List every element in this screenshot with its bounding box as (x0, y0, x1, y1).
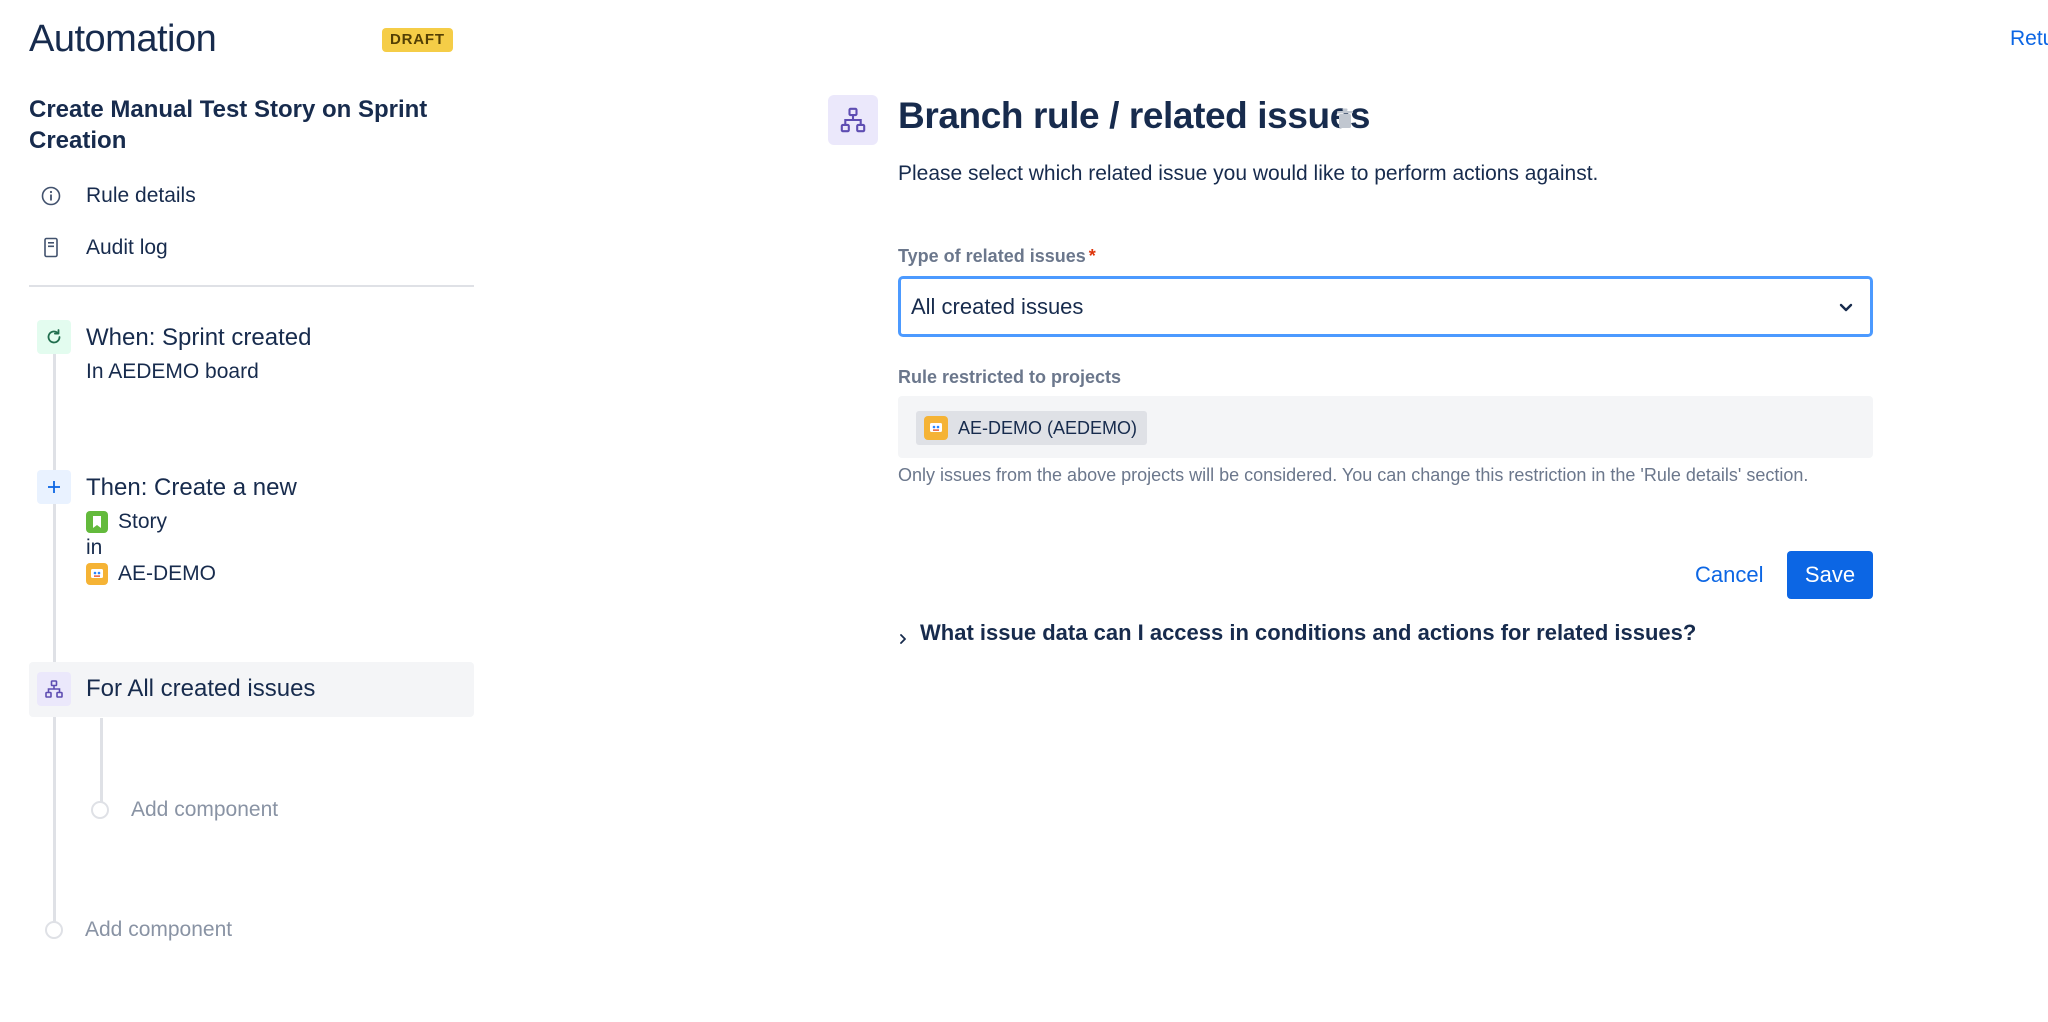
faq-expander[interactable]: What issue data can I access in conditio… (896, 620, 1696, 646)
draft-badge: DRAFT (382, 28, 453, 52)
trigger-subtitle: In AEDEMO board (86, 360, 259, 383)
branch-sub-line (100, 718, 103, 803)
related-issues-select-value: All created issues (911, 293, 1084, 319)
project-avatar-icon (924, 416, 948, 440)
faq-label: What issue data can I access in conditio… (920, 620, 1697, 645)
project-avatar-icon (86, 563, 108, 585)
add-component-inner-label: Add component (131, 798, 279, 821)
rule-details-link[interactable]: Rule details (40, 181, 196, 211)
type-field-label-text: Type of related issues (898, 246, 1086, 266)
action-issue-type: Story (86, 510, 167, 534)
related-issues-select[interactable]: All created issues (898, 276, 1873, 337)
audit-log-icon (40, 237, 62, 259)
add-component-outer[interactable]: Add component (45, 918, 232, 942)
action-project-label: AE-DEMO (118, 562, 217, 585)
project-tag-label: AE-DEMO (AEDEMO) (958, 417, 1138, 438)
rule-name: Create Manual Test Story on Sprint Creat… (29, 96, 428, 154)
type-field-label: Type of related issues * (898, 246, 1096, 267)
sidebar-divider (29, 285, 474, 287)
rule-details-label: Rule details (86, 184, 196, 207)
action-connector: in (86, 536, 103, 559)
return-link[interactable]: Retu (2010, 27, 2048, 51)
refresh-icon (37, 320, 71, 354)
add-component-dot-icon (91, 801, 109, 819)
info-icon (40, 185, 62, 207)
trigger-title: When: Sprint created (86, 324, 312, 351)
action-component[interactable]: Then: Create a new Story in AE-DEMO (29, 470, 474, 595)
save-button[interactable]: Save (1787, 551, 1873, 599)
branch-header-icon (828, 95, 878, 145)
trash-icon[interactable] (1335, 107, 1357, 133)
required-mark: * (1088, 246, 1096, 266)
plus-icon (37, 470, 71, 504)
audit-log-label: Audit log (86, 236, 168, 259)
add-component-outer-label: Add component (85, 918, 233, 941)
action-project: AE-DEMO (86, 562, 216, 586)
chevron-down-icon (1836, 297, 1856, 317)
timeline-line (53, 340, 56, 925)
action-issue-type-label: Story (118, 510, 168, 533)
story-icon (86, 511, 108, 533)
branch-title: For All created issues (86, 675, 316, 702)
branch-icon (37, 672, 71, 706)
cancel-button[interactable]: Cancel (1683, 551, 1775, 599)
panel-description: Please select which related issue you wo… (898, 162, 1599, 185)
branch-component[interactable]: For All created issues (29, 662, 474, 717)
add-component-inner[interactable]: Add component (91, 798, 278, 822)
app-title: Automation (29, 18, 217, 60)
action-title: Then: Create a new (86, 474, 297, 501)
audit-log-link[interactable]: Audit log (40, 233, 168, 263)
chevron-right-icon (896, 626, 910, 644)
trigger-component[interactable]: When: Sprint created In AEDEMO board (29, 320, 474, 390)
project-tag: AE-DEMO (AEDEMO) (916, 411, 1148, 445)
help-text: Only issues from the above projects will… (898, 465, 1809, 485)
add-component-dot-icon (45, 921, 63, 939)
panel-title: Branch rule / related issues (898, 95, 1371, 136)
projects-field-label: Rule restricted to projects (898, 367, 1122, 387)
projects-box: AE-DEMO (AEDEMO) (898, 396, 1873, 458)
